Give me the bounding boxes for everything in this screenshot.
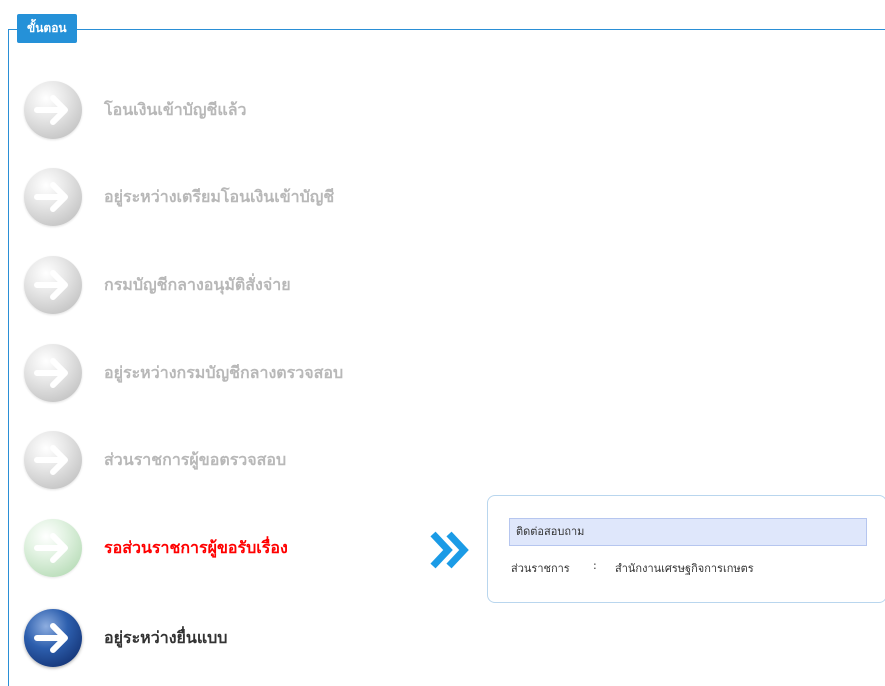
agency-value: สำนักงานเศรษฐกิจการเกษตร <box>615 562 754 575</box>
arrow-right-circle-icon <box>24 344 82 402</box>
step-label: ส่วนราชการผู้ขอตรวจสอบ <box>104 449 287 469</box>
arrow-right-circle-icon <box>24 431 82 489</box>
agency-row: ส่วนราชการ : สำนักงานเศรษฐกิจการเกษตร <box>511 559 754 577</box>
step-transferred: โอนเงินเข้าบัญชีแล้ว <box>24 80 464 140</box>
arrow-right-circle-icon <box>24 168 82 226</box>
section-legend: ขั้นตอน <box>17 14 77 43</box>
step-cgd-approved: กรมบัญชีกลางอนุมัติสั่งจ่าย <box>24 255 464 315</box>
arrow-right-circle-icon <box>24 519 82 577</box>
step-label: โอนเงินเข้าบัญชีแล้ว <box>104 99 247 119</box>
double-chevron-right-icon <box>430 531 469 569</box>
agency-label: ส่วนราชการ <box>511 562 570 575</box>
step-preparing-transfer: อยู่ระหว่างเตรียมโอนเงินเข้าบัญชี <box>24 167 464 227</box>
section-border-left <box>8 29 9 686</box>
step-submitting-form: อยู่ระหว่างยื่นแบบ <box>24 608 464 668</box>
step-awaiting-agency: รอส่วนราชการผู้ขอรับเรื่อง <box>24 518 464 578</box>
arrow-right-circle-icon <box>24 81 82 139</box>
arrow-right-circle-icon <box>24 256 82 314</box>
step-label: รอส่วนราชการผู้ขอรับเรื่อง <box>104 537 288 557</box>
step-agency-reviewing: ส่วนราชการผู้ขอตรวจสอบ <box>24 430 464 490</box>
arrow-right-circle-icon <box>24 609 82 667</box>
step-label: อยู่ระหว่างกรมบัญชีกลางตรวจสอบ <box>104 362 344 382</box>
section-border-top <box>8 29 885 30</box>
step-label: อยู่ระหว่างเตรียมโอนเงินเข้าบัญชี <box>104 186 335 206</box>
step-label: กรมบัญชีกลางอนุมัติสั่งจ่าย <box>104 274 291 294</box>
step-cgd-reviewing: อยู่ระหว่างกรมบัญชีกลางตรวจสอบ <box>24 343 464 403</box>
contact-title: ติดต่อสอบถาม <box>509 518 867 546</box>
contact-info-card: ติดต่อสอบถาม ส่วนราชการ : สำนักงานเศรษฐก… <box>487 495 885 603</box>
step-label: อยู่ระหว่างยื่นแบบ <box>104 627 228 647</box>
agency-colon: : <box>593 559 597 572</box>
